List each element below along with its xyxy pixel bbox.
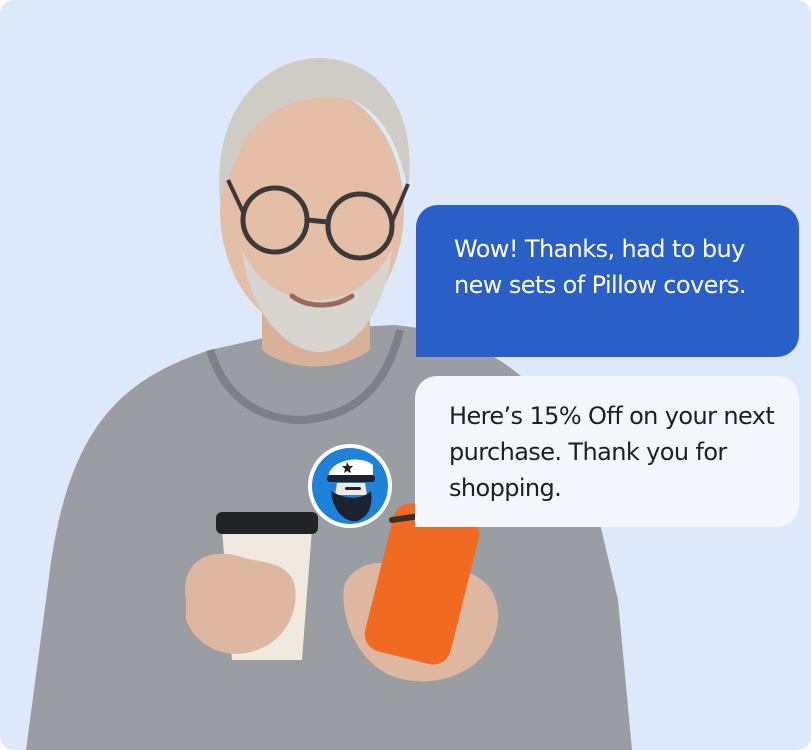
brand-reply-bubble: Here’s 15% Off on your next purchase. Th… (415, 376, 799, 527)
customer-message-bubble: Wow! Thanks, had to buy new sets of Pill… (416, 205, 799, 357)
man-with-phone-photo (26, 58, 632, 750)
hero-illustration: Wow! Thanks, had to buy new sets of Pill… (0, 0, 811, 750)
sailor-captain-icon (308, 444, 392, 528)
